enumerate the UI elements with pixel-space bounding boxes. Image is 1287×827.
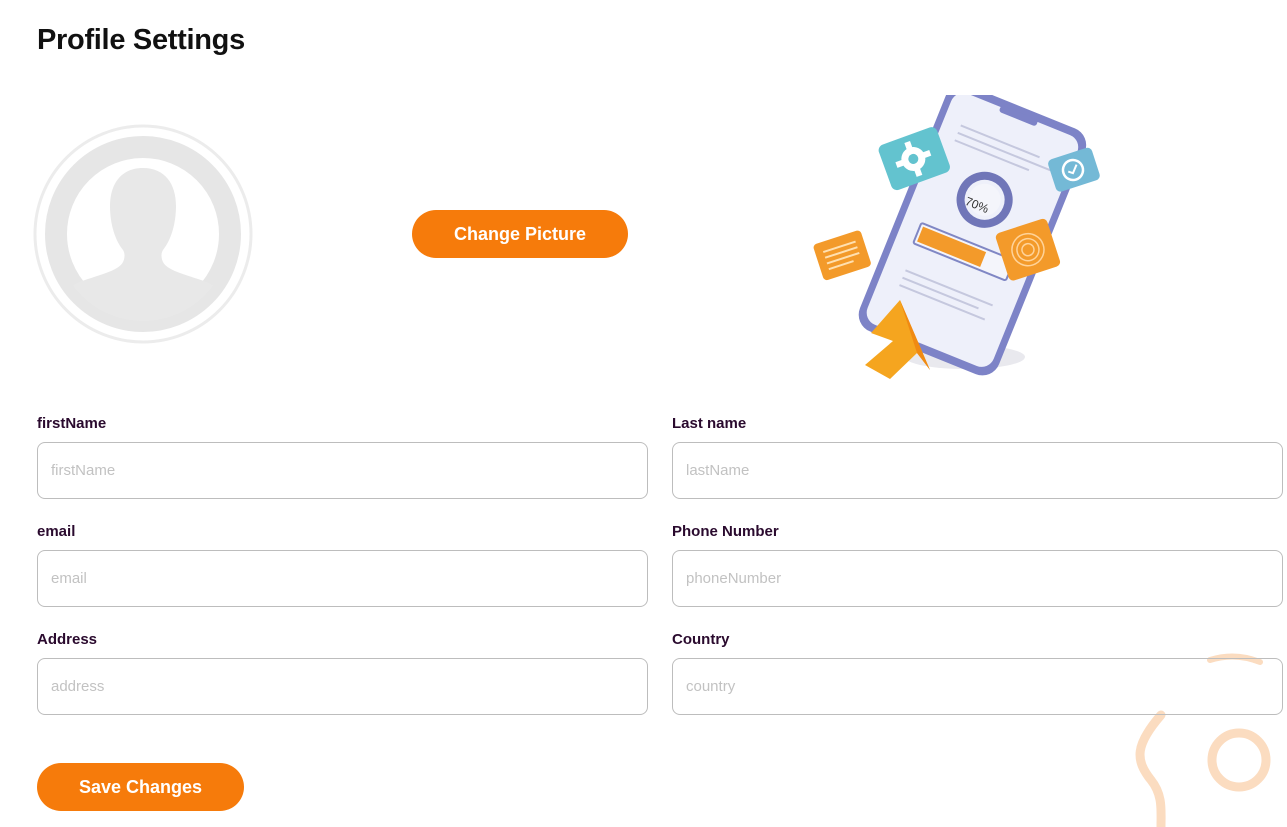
page-title: Profile Settings bbox=[37, 24, 245, 56]
change-picture-button[interactable]: Change Picture bbox=[412, 210, 628, 258]
document-icon bbox=[813, 230, 871, 281]
country-label: Country bbox=[672, 631, 730, 648]
phone-number-field: Phone Number bbox=[672, 523, 1283, 607]
address-input[interactable] bbox=[37, 658, 648, 715]
first-name-input[interactable] bbox=[37, 442, 648, 499]
phone-settings-illustration: 70% bbox=[813, 95, 1100, 379]
email-field: email bbox=[37, 523, 648, 607]
first-name-field: firstName bbox=[37, 415, 648, 499]
phone-number-label: Phone Number bbox=[672, 523, 779, 540]
profile-settings-page: Profile Settings Change Picture 70% firs… bbox=[0, 0, 1287, 827]
email-input[interactable] bbox=[37, 550, 648, 607]
email-label: email bbox=[37, 523, 76, 540]
avatar bbox=[33, 124, 253, 344]
last-name-label: Last name bbox=[672, 415, 747, 432]
save-changes-button[interactable]: Save Changes bbox=[37, 763, 244, 811]
country-field: Country bbox=[672, 631, 1283, 715]
phone-number-input[interactable] bbox=[672, 550, 1283, 607]
country-input[interactable] bbox=[672, 658, 1283, 715]
address-label: Address bbox=[37, 631, 98, 648]
first-name-label: firstName bbox=[37, 415, 107, 432]
last-name-field: Last name bbox=[672, 415, 1283, 499]
last-name-input[interactable] bbox=[672, 442, 1283, 499]
address-field: Address bbox=[37, 631, 648, 715]
